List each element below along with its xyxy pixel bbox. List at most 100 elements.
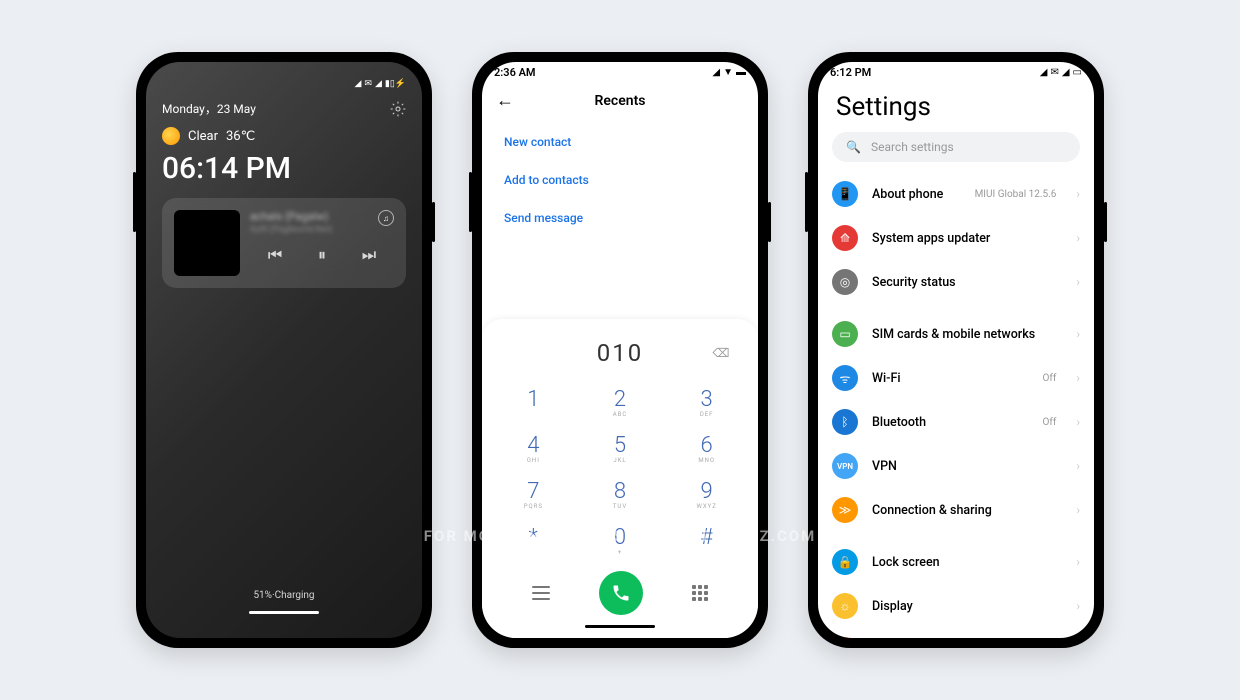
sun-icon bbox=[162, 127, 180, 145]
key-3[interactable]: 3DEF bbox=[665, 381, 748, 423]
key-*[interactable]: * bbox=[492, 519, 575, 561]
wifi-icon: ▼ bbox=[723, 67, 733, 78]
setting-icon: ▭ bbox=[832, 321, 858, 347]
setting-row[interactable]: VPN VPN › bbox=[832, 444, 1080, 488]
phone-lockscreen: ◢ ✉ ◢ ▮▯⚡ Monday，23 May Clear 36℃ 06:14 … bbox=[136, 52, 432, 648]
chevron-right-icon: › bbox=[1076, 187, 1080, 201]
setting-icon: 🔊 bbox=[832, 637, 858, 638]
chevron-right-icon: › bbox=[1076, 599, 1080, 613]
settings-list: 📱About phoneMIUI Global 12.5.6›⟰System a… bbox=[818, 172, 1094, 638]
status-time: 2:36 AM bbox=[494, 66, 536, 79]
search-icon: 🔍 bbox=[846, 140, 861, 154]
chevron-right-icon: › bbox=[1076, 231, 1080, 245]
key-8[interactable]: 8TUV bbox=[579, 473, 662, 515]
home-indicator[interactable] bbox=[249, 611, 319, 614]
pause-button[interactable]: ⏸ bbox=[318, 245, 326, 265]
setting-label: System apps updater bbox=[872, 231, 1056, 246]
setting-icon: ☼ bbox=[832, 593, 858, 619]
search-input[interactable]: 🔍 Search settings bbox=[832, 132, 1080, 162]
chevron-right-icon: › bbox=[1076, 415, 1080, 429]
chevron-right-icon: › bbox=[1076, 555, 1080, 569]
mail-icon: ✉ bbox=[364, 79, 372, 89]
chevron-right-icon: › bbox=[1076, 275, 1080, 289]
album-art bbox=[174, 210, 240, 276]
send-message-link[interactable]: Send message bbox=[498, 199, 742, 237]
headphones-icon: ♫ bbox=[378, 210, 394, 226]
setting-row[interactable]: ▭SIM cards & mobile networks› bbox=[832, 312, 1080, 356]
key-2[interactable]: 2ABC bbox=[579, 381, 662, 423]
setting-value: Off bbox=[1043, 417, 1057, 428]
search-placeholder: Search settings bbox=[871, 140, 954, 154]
signal-icon: ◢ bbox=[354, 79, 361, 89]
setting-row[interactable]: ≫Connection & sharing› bbox=[832, 488, 1080, 532]
clock-time: 06:14 PM bbox=[162, 151, 406, 186]
setting-label: Lock screen bbox=[872, 555, 1056, 570]
setting-value: Off bbox=[1043, 373, 1057, 384]
signal-icon: ◢ bbox=[1062, 67, 1070, 78]
setting-row[interactable]: ◎ Security status › bbox=[832, 260, 1080, 304]
key-0[interactable]: 0+ bbox=[579, 519, 662, 561]
phone-settings: 6:12 PM ◢✉◢▭ Settings 🔍 Search settings … bbox=[808, 52, 1104, 648]
track-artist: Achl (Paglworld.Net) bbox=[250, 225, 333, 235]
gear-icon[interactable] bbox=[390, 101, 406, 117]
dialer-screen: 2:36 AM ◢▼▬ ← Recents New contact Add to… bbox=[482, 62, 758, 638]
setting-label: Bluetooth bbox=[872, 415, 1029, 430]
key-#[interactable]: # bbox=[665, 519, 748, 561]
key-6[interactable]: 6MNO bbox=[665, 427, 748, 469]
dialer-actions: New contact Add to contacts Send message bbox=[482, 123, 758, 237]
weather-widget[interactable]: Clear 36℃ bbox=[162, 127, 406, 145]
keypad-panel: 010 ⌫ 1 2ABC3DEF 4GHI5JKL6MNO 7PQRS8TUV9WX… bbox=[482, 319, 758, 638]
setting-row[interactable]: ☼ Display › bbox=[832, 584, 1080, 628]
setting-row[interactable]: 🔊Sound & vibration› bbox=[832, 628, 1080, 638]
setting-row[interactable]: 📱About phoneMIUI Global 12.5.6› bbox=[832, 172, 1080, 216]
number-input: 010 bbox=[597, 339, 643, 367]
backspace-button[interactable]: ⌫ bbox=[710, 345, 732, 361]
setting-label: SIM cards & mobile networks bbox=[872, 327, 1056, 342]
weather-temp: 36℃ bbox=[226, 129, 255, 144]
add-to-contacts-link[interactable]: Add to contacts bbox=[498, 161, 742, 199]
key-9[interactable]: 9WXYZ bbox=[665, 473, 748, 515]
chevron-right-icon: › bbox=[1076, 503, 1080, 517]
call-button[interactable] bbox=[599, 571, 643, 615]
chevron-right-icon: › bbox=[1076, 371, 1080, 385]
page-title: Settings bbox=[818, 78, 1094, 132]
setting-row[interactable]: ᯤWi-FiOff› bbox=[832, 356, 1080, 400]
charging-status: 51%·Charging bbox=[162, 590, 406, 601]
phone-dialer: 2:36 AM ◢▼▬ ← Recents New contact Add to… bbox=[472, 52, 768, 648]
setting-label: Display bbox=[872, 599, 1056, 614]
key-4[interactable]: 4GHI bbox=[492, 427, 575, 469]
setting-icon: ᯤ bbox=[832, 365, 858, 391]
setting-row[interactable]: ᛒ Bluetooth Off › bbox=[832, 400, 1080, 444]
setting-row[interactable]: 🔒Lock screen› bbox=[832, 540, 1080, 584]
setting-label: Security status bbox=[872, 275, 1056, 290]
setting-icon: ≫ bbox=[832, 497, 858, 523]
signal-icon: ◢ bbox=[712, 67, 720, 78]
music-player-widget[interactable]: achals (Pagalw) Achl (Paglworld.Net) ♫ ⏮… bbox=[162, 198, 406, 288]
signal-icon: ◢ bbox=[375, 79, 382, 89]
key-1[interactable]: 1 bbox=[492, 381, 575, 423]
page-title: Recents bbox=[595, 93, 646, 109]
setting-icon: VPN bbox=[832, 453, 858, 479]
setting-icon: 📱 bbox=[832, 181, 858, 207]
setting-label: VPN bbox=[872, 459, 1056, 474]
key-5[interactable]: 5JKL bbox=[579, 427, 662, 469]
status-bar: 2:36 AM ◢▼▬ bbox=[482, 62, 758, 78]
setting-icon: ◎ bbox=[832, 269, 858, 295]
settings-screen: 6:12 PM ◢✉◢▭ Settings 🔍 Search settings … bbox=[818, 62, 1094, 638]
new-contact-link[interactable]: New contact bbox=[498, 123, 742, 161]
home-indicator[interactable] bbox=[585, 625, 655, 628]
lockscreen: ◢ ✉ ◢ ▮▯⚡ Monday，23 May Clear 36℃ 06:14 … bbox=[146, 62, 422, 638]
setting-row[interactable]: ⟰System apps updater› bbox=[832, 216, 1080, 260]
dialpad-toggle-button[interactable] bbox=[692, 585, 708, 601]
date-label: Monday，23 May bbox=[162, 100, 256, 117]
next-button[interactable]: ⏭ bbox=[362, 245, 376, 265]
chevron-right-icon: › bbox=[1076, 459, 1080, 473]
menu-button[interactable] bbox=[532, 586, 550, 600]
battery-icon: ▬ bbox=[736, 67, 746, 78]
setting-icon: ᛒ bbox=[832, 409, 858, 435]
back-button[interactable]: ← bbox=[496, 90, 514, 111]
key-7[interactable]: 7PQRS bbox=[492, 473, 575, 515]
prev-button[interactable]: ⏮ bbox=[268, 245, 282, 265]
battery-icon: ▮▯⚡ bbox=[385, 79, 406, 89]
status-time: 6:12 PM bbox=[830, 66, 871, 79]
